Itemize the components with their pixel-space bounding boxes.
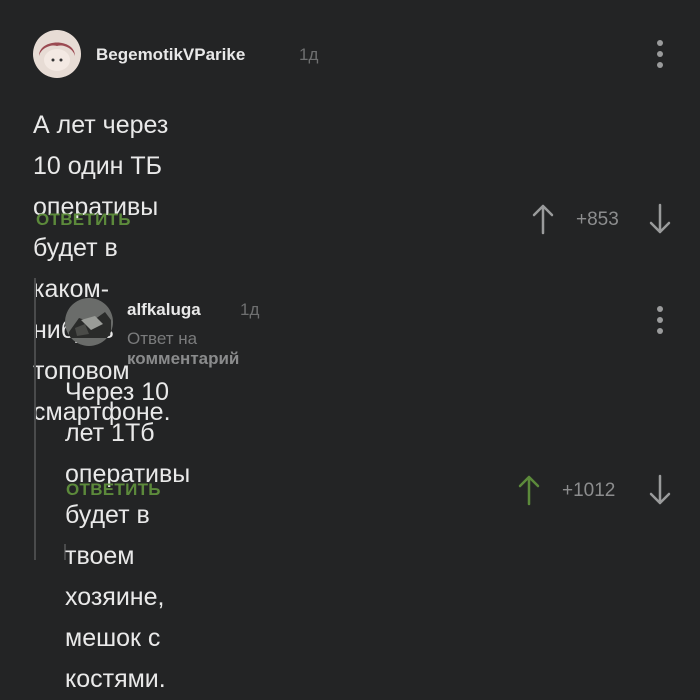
arrow-up-icon xyxy=(532,204,554,235)
avatar[interactable] xyxy=(33,30,81,78)
timestamp: 1д xyxy=(240,300,260,319)
reply-to-prefix: Ответ на xyxy=(127,329,198,348)
username[interactable]: BegemotikVParike xyxy=(96,45,245,65)
arrow-down-icon xyxy=(649,203,671,234)
rating-value: +1012 xyxy=(562,480,616,501)
arrow-down-icon xyxy=(649,474,671,505)
username[interactable]: alfkaluga xyxy=(127,300,201,320)
comment-text: Через 10 лет 1Тб оперативы будет в твоем… xyxy=(65,372,190,700)
reply-to-link[interactable]: комментарий xyxy=(127,349,239,368)
thread-line xyxy=(34,278,36,560)
comment-text-line: А лет через 10 один ТБ оперативы будет в xyxy=(33,111,169,262)
comment-text-line: хозяине, мешок с костями. xyxy=(65,583,166,693)
reply-to-line: Ответ на комментарий xyxy=(127,329,239,369)
avatar-image xyxy=(33,30,81,78)
upvote-button[interactable] xyxy=(530,203,556,240)
reply-button[interactable]: ОТВЕТИТЬ xyxy=(36,210,131,230)
more-vertical-icon[interactable] xyxy=(655,306,665,346)
downvote-button[interactable] xyxy=(647,203,673,240)
avatar[interactable] xyxy=(65,298,113,346)
reply-button[interactable]: ОТВЕТИТЬ xyxy=(66,480,161,500)
arrow-up-icon xyxy=(518,475,540,506)
more-vertical-icon[interactable] xyxy=(655,40,665,80)
rating-value: +853 xyxy=(576,209,619,230)
timestamp: 1д xyxy=(299,45,319,64)
upvote-button[interactable] xyxy=(516,474,542,511)
comment-text-line: Через 10 лет 1Тб оперативы будет в твоем xyxy=(65,378,191,570)
avatar-image xyxy=(65,298,113,346)
downvote-button[interactable] xyxy=(647,474,673,511)
